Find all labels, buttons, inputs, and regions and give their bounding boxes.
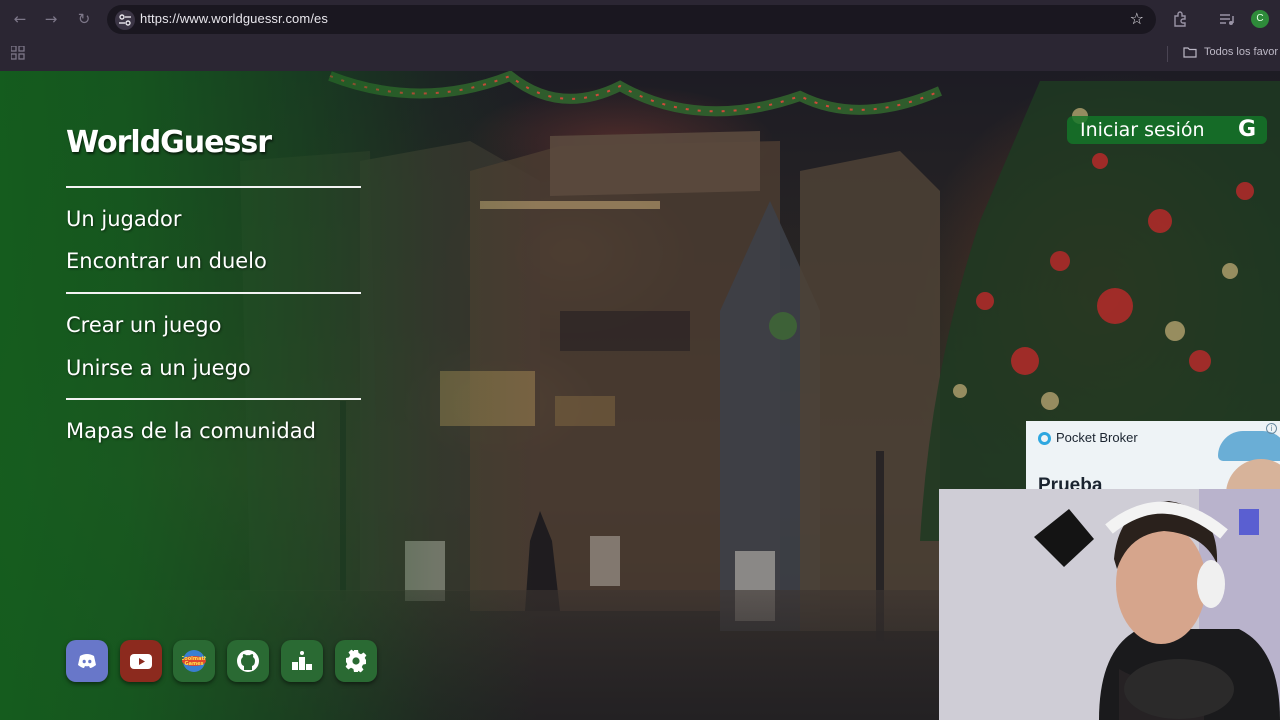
github-button[interactable] [227,640,269,682]
pocket-broker-logo-icon [1038,432,1051,445]
leaderboard-icon [292,651,312,670]
login-label: Iniciar sesión [1080,119,1205,141]
profile-avatar[interactable]: C [1251,10,1269,28]
coolmath-games-icon: Coolmath Games [182,650,206,672]
bookmarks-divider [1167,46,1168,62]
settings-button[interactable] [335,640,377,682]
url-text[interactable]: https://www.worldguessr.com/es [140,11,328,26]
reload-button[interactable]: ↻ [74,9,94,29]
community-maps-link[interactable]: Mapas de la comunidad [66,419,316,443]
address-bar[interactable]: https://www.worldguessr.com/es ☆ [107,5,1156,34]
leaderboard-button[interactable] [281,640,323,682]
youtube-icon [130,654,152,669]
browser-toolbar: ← → ↻ https://www.worldguessr.com/es ☆ C [0,0,1280,38]
ad-image-cap [1218,431,1280,461]
discord-icon [78,654,96,668]
bookmark-star-icon[interactable]: ☆ [1130,9,1144,28]
find-duel-link[interactable]: Encontrar un duelo [66,249,267,273]
apps-grid-icon[interactable] [11,46,25,60]
bookmarks-bar: Todos los favor [0,38,1280,71]
google-icon: G [1237,117,1256,142]
youtube-button[interactable] [120,640,162,682]
singleplayer-link[interactable]: Un jugador [66,207,182,231]
webcam-overlay [939,489,1280,720]
join-game-link[interactable]: Unirse a un juego [66,356,251,380]
menu-divider [66,186,361,188]
worldguessr-logo[interactable]: WorldGuessr [66,125,272,160]
github-icon [237,650,259,672]
page-viewport: WorldGuessr Un jugador Encontrar un duel… [0,71,1280,720]
coolmath-games-button[interactable]: Coolmath Games [173,640,215,682]
ad-brand: Pocket Broker [1056,430,1138,445]
ad-info-icon[interactable]: i [1266,423,1277,434]
advertisement[interactable]: Pocket Broker Prueba i [1026,421,1280,496]
settings-icon [345,649,367,673]
forward-button[interactable]: → [41,9,61,29]
site-info-icon[interactable] [115,10,135,30]
svg-text:Games: Games [184,661,203,667]
browser-chrome: ← → ↻ https://www.worldguessr.com/es ☆ C… [0,0,1280,71]
all-bookmarks-link[interactable]: Todos los favor [1204,46,1278,58]
media-controls-icon[interactable] [1218,10,1236,28]
back-button[interactable]: ← [10,9,30,29]
webcam-person-image [939,489,1280,720]
extensions-icon[interactable] [1171,10,1189,28]
folder-icon[interactable] [1183,46,1197,58]
menu-divider [66,292,361,294]
discord-button[interactable] [66,640,108,682]
login-button[interactable]: Iniciar sesión G [1067,116,1267,144]
create-game-link[interactable]: Crear un juego [66,313,221,337]
menu-divider [66,398,361,400]
